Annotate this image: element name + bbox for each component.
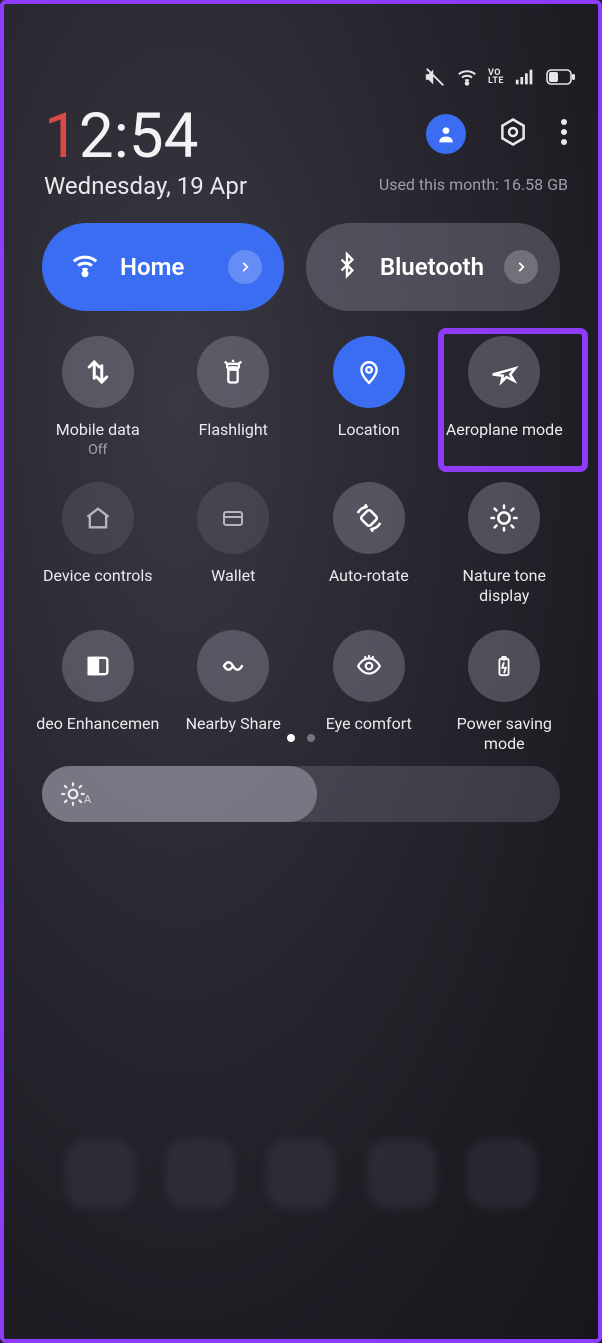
wifi-icon	[456, 66, 478, 88]
tile-label: deo Enhancemen	[36, 714, 159, 734]
clock-rest: 2:54	[79, 100, 199, 173]
profile-avatar-button[interactable]	[426, 114, 466, 154]
bluetooth-icon	[334, 250, 360, 284]
tile-label: Aeroplane mode	[446, 420, 563, 440]
quick-tile-grid: Mobile data Off Flashlight Location Aeroplan…	[30, 334, 572, 754]
card-icon[interactable]	[197, 482, 269, 554]
dock-app	[65, 1139, 135, 1209]
auto-brightness-label: A	[84, 793, 91, 806]
wifi-expand-chevron-icon[interactable]	[228, 250, 262, 284]
panel-header: 12:54 Wednesday, 19 Apr Used this month:…	[44, 106, 576, 200]
data-usage[interactable]: Used this month: 16.58 GB	[379, 175, 568, 194]
tile-mobile-data[interactable]: Mobile data Off	[30, 334, 166, 458]
arrows-updown-icon[interactable]	[62, 336, 134, 408]
plane-icon[interactable]	[468, 336, 540, 408]
settings-icon[interactable]	[498, 117, 528, 151]
dock-app	[367, 1139, 437, 1209]
tile-label: Eye comfort	[326, 714, 412, 734]
tile-label: Device controls	[43, 566, 152, 586]
page-dot-1[interactable]	[287, 734, 295, 742]
tile-label: Wallet	[211, 566, 255, 586]
page-dot-2[interactable]	[307, 734, 315, 742]
dock-app	[165, 1139, 235, 1209]
wifi-icon	[70, 250, 100, 284]
dock-app	[266, 1139, 336, 1209]
tile-device-controls[interactable]: Device controls	[30, 480, 166, 606]
nearby-icon[interactable]	[197, 630, 269, 702]
square-half-icon[interactable]	[62, 630, 134, 702]
tile-wallet[interactable]: Wallet	[166, 480, 302, 606]
battery-icon[interactable]	[468, 630, 540, 702]
tile-label: Auto-rotate	[329, 566, 409, 586]
status-bar: VO LTE	[424, 66, 576, 88]
tile-nature-tone[interactable]: Nature tone display	[437, 480, 573, 606]
home-icon[interactable]	[62, 482, 134, 554]
brightness-slider[interactable]: A	[42, 766, 560, 822]
bluetooth-expand-chevron-icon[interactable]	[504, 250, 538, 284]
tile-sublabel: Off	[88, 442, 107, 458]
tile-flashlight[interactable]: Flashlight	[166, 334, 302, 458]
tile-label: Location	[338, 420, 400, 440]
tile-label: Nature tone display	[439, 566, 569, 606]
more-icon[interactable]	[560, 118, 568, 150]
page-indicator[interactable]	[4, 734, 598, 742]
bluetooth-label: Bluetooth	[380, 253, 484, 281]
dock-app	[467, 1139, 537, 1209]
rotate-icon[interactable]	[333, 482, 405, 554]
tile-auto-rotate[interactable]: Auto-rotate	[301, 480, 437, 606]
eye-icon[interactable]	[333, 630, 405, 702]
dock-blur	[4, 1139, 598, 1209]
pin-icon[interactable]	[333, 336, 405, 408]
tile-aeroplane-mode[interactable]: Aeroplane mode	[437, 334, 573, 458]
wifi-label: Home	[120, 253, 208, 281]
auto-brightness-icon[interactable]: A	[60, 781, 91, 807]
sun-icon[interactable]	[468, 482, 540, 554]
big-toggle-row: Home Bluetooth	[42, 223, 560, 311]
tile-location[interactable]: Location	[301, 334, 437, 458]
clock-hour-accent: 1	[44, 100, 79, 173]
tile-label: Mobile data	[56, 420, 140, 440]
tile-label: Flashlight	[199, 420, 268, 440]
bluetooth-toggle[interactable]: Bluetooth	[306, 223, 560, 311]
flashlight-icon[interactable]	[197, 336, 269, 408]
volte-icon: VO LTE	[488, 69, 504, 85]
battery-icon	[546, 69, 576, 85]
signal-icon	[514, 66, 536, 88]
wifi-toggle[interactable]: Home	[42, 223, 284, 311]
tile-label: Nearby Share	[186, 714, 281, 734]
mute-icon	[424, 66, 446, 88]
